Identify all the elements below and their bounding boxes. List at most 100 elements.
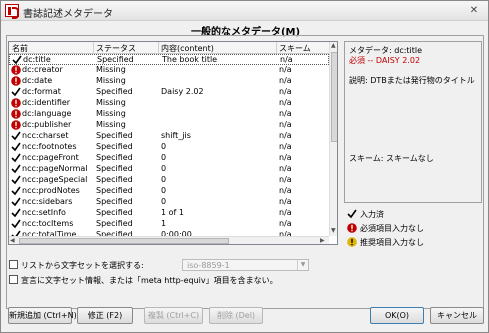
cell-content: shift_jis — [161, 131, 191, 140]
check-icon — [12, 55, 22, 65]
cell-name: ncc:prodNotes — [22, 186, 80, 195]
copy-button[interactable]: 複製 (Ctrl+C) — [144, 307, 203, 324]
horizontal-scrollbar[interactable]: ◀ ▶ — [9, 236, 329, 244]
table-header: 名前 ステータス 内容(content) スキーム — [9, 42, 329, 54]
chevron-down-icon[interactable]: ▼ — [297, 260, 308, 270]
table-row[interactable]: ncc:charset Specified shift_jis n/a — [9, 131, 329, 142]
table-row[interactable]: dc:title Specified The book title n/a — [9, 54, 329, 65]
app-logo-icon — [5, 4, 19, 19]
cell-status: Specified — [96, 164, 133, 173]
required-missing-icon — [11, 109, 21, 119]
scroll-left-icon[interactable]: ◀ — [10, 237, 15, 244]
table-row[interactable]: dc:format Specified Daisy 2.02 n/a — [9, 87, 329, 98]
cell-scheme: n/a — [279, 175, 292, 184]
exclude-charset-checkbox[interactable] — [9, 275, 18, 284]
table-row[interactable]: ncc:pageFront Specified 0 n/a — [9, 153, 329, 164]
cell-status: Missing — [96, 76, 126, 85]
cell-name: ncc:pageSpecial — [22, 175, 88, 184]
check-icon — [11, 87, 21, 97]
cell-name: ncc:setInfo — [22, 208, 66, 217]
edit-button[interactable]: 修正 (F2) — [77, 307, 133, 324]
cell-name: dc:format — [22, 87, 61, 96]
cell-status: Specified — [96, 219, 133, 228]
check-icon — [11, 208, 21, 218]
scroll-right-icon[interactable]: ▶ — [320, 237, 325, 244]
table-row[interactable]: dc:identifier Missing n/a — [9, 98, 329, 109]
cell-scheme: n/a — [279, 98, 292, 107]
cell-content: Daisy 2.02 — [161, 87, 204, 96]
cell-name: ncc:tocItems — [22, 219, 74, 228]
cell-name: dc:language — [22, 109, 72, 118]
cancel-button[interactable]: キャンセル — [430, 307, 484, 324]
charset-checkbox-label[interactable]: リストから文字セットを選択する: — [21, 260, 144, 271]
cell-scheme: n/a — [279, 142, 292, 151]
title-bar: 書誌記述メタデータ ✕ — [1, 1, 488, 21]
cell-name: dc:date — [22, 76, 53, 85]
cell-status: Specified — [96, 208, 133, 217]
scroll-down-icon[interactable]: ▼ — [331, 227, 336, 235]
cell-status: Specified — [96, 142, 133, 151]
cell-scheme: n/a — [279, 76, 292, 85]
column-header-name[interactable]: 名前 — [12, 43, 28, 54]
cell-scheme: n/a — [279, 219, 292, 228]
legend-label: 必須項目入力なし — [360, 224, 424, 233]
delete-button[interactable]: 削除 (Del) — [209, 307, 263, 324]
table-row[interactable]: ncc:setInfo Specified 1 of 1 n/a — [9, 208, 329, 219]
cell-scheme: n/a — [279, 197, 292, 206]
cell-name: ncc:pageFront — [22, 153, 79, 162]
table-row[interactable]: ncc:prodNotes Specified 0 n/a — [9, 186, 329, 197]
cell-content: 0 — [161, 175, 167, 184]
horizontal-scroll-thumb[interactable] — [19, 238, 229, 244]
scroll-up-icon[interactable]: ▲ — [331, 42, 336, 50]
metadata-dialog: 書誌記述メタデータ ✕ 一般的なメタデータ(M) 名前 ステータス 内容(con… — [0, 0, 489, 333]
metadata-scheme: スキーム: スキームなし — [349, 154, 434, 163]
cell-status: Missing — [96, 65, 126, 74]
cell-scheme: n/a — [279, 65, 292, 74]
vertical-scrollbar[interactable]: ▲ ▼ — [329, 42, 337, 236]
add-button[interactable]: 新規追加 (Ctrl+N) — [8, 307, 77, 324]
table-row[interactable]: dc:language Missing n/a — [9, 109, 329, 120]
table-row[interactable]: ncc:tocItems Specified 1 n/a — [9, 219, 329, 230]
table-row[interactable]: ncc:pageSpecial Specified 0 n/a — [9, 175, 329, 186]
required-missing-icon — [11, 76, 21, 86]
table-row[interactable]: dc:creator Missing n/a — [9, 65, 329, 76]
metadata-description: 説明: DTBまたは発行物のタイトル — [349, 76, 475, 85]
cell-scheme: n/a — [279, 164, 292, 173]
charset-checkbox[interactable] — [9, 260, 18, 269]
table-row[interactable]: ncc:sidebars Specified 0 n/a — [9, 197, 329, 208]
legend-label: 入力済 — [360, 210, 384, 219]
required-missing-icon — [11, 120, 21, 130]
table-row[interactable]: dc:date Missing n/a — [9, 76, 329, 87]
column-header-content[interactable]: 内容(content) — [161, 43, 214, 54]
table-row[interactable]: ncc:footnotes Specified 0 n/a — [9, 142, 329, 153]
cell-status: Specified — [96, 175, 133, 184]
cell-scheme: n/a — [280, 55, 293, 64]
check-icon — [347, 209, 357, 219]
ok-button[interactable]: OK(O) — [370, 307, 424, 324]
cell-scheme: n/a — [279, 131, 292, 140]
required-missing-icon — [11, 98, 21, 108]
column-header-scheme[interactable]: スキーム — [279, 43, 311, 54]
table-row[interactable]: dc:publisher Missing n/a — [9, 120, 329, 131]
cell-content: 0 — [161, 186, 167, 195]
cell-status: Specified — [96, 197, 133, 206]
cell-scheme: n/a — [279, 208, 292, 217]
exclude-charset-checkbox-label[interactable]: 宣言に文字セット情報、または「meta http-equiv」項目を含まない。 — [21, 275, 278, 286]
cell-status: Specified — [96, 131, 133, 140]
cell-name: dc:creator — [22, 65, 63, 74]
cell-content: 1 of 1 — [161, 208, 184, 217]
column-header-status[interactable]: ステータス — [96, 43, 136, 54]
vertical-scroll-thumb[interactable] — [331, 52, 337, 142]
legend-label: 推奨項目入力なし — [360, 238, 424, 247]
cell-scheme: n/a — [279, 153, 292, 162]
check-icon — [11, 164, 21, 174]
table-row[interactable]: ncc:pageNormal Specified 0 n/a — [9, 164, 329, 175]
metadata-table[interactable]: 名前 ステータス 内容(content) スキーム dc:title Specif… — [8, 41, 338, 245]
charset-select[interactable]: iso-8859-1 ▼ — [182, 259, 309, 271]
cell-content: 0 — [161, 142, 167, 151]
cell-name: ncc:sidebars — [22, 197, 73, 206]
cell-status: Specified — [96, 153, 133, 162]
check-icon — [11, 142, 21, 152]
close-icon[interactable]: ✕ — [466, 4, 482, 18]
cell-scheme: n/a — [279, 120, 292, 129]
